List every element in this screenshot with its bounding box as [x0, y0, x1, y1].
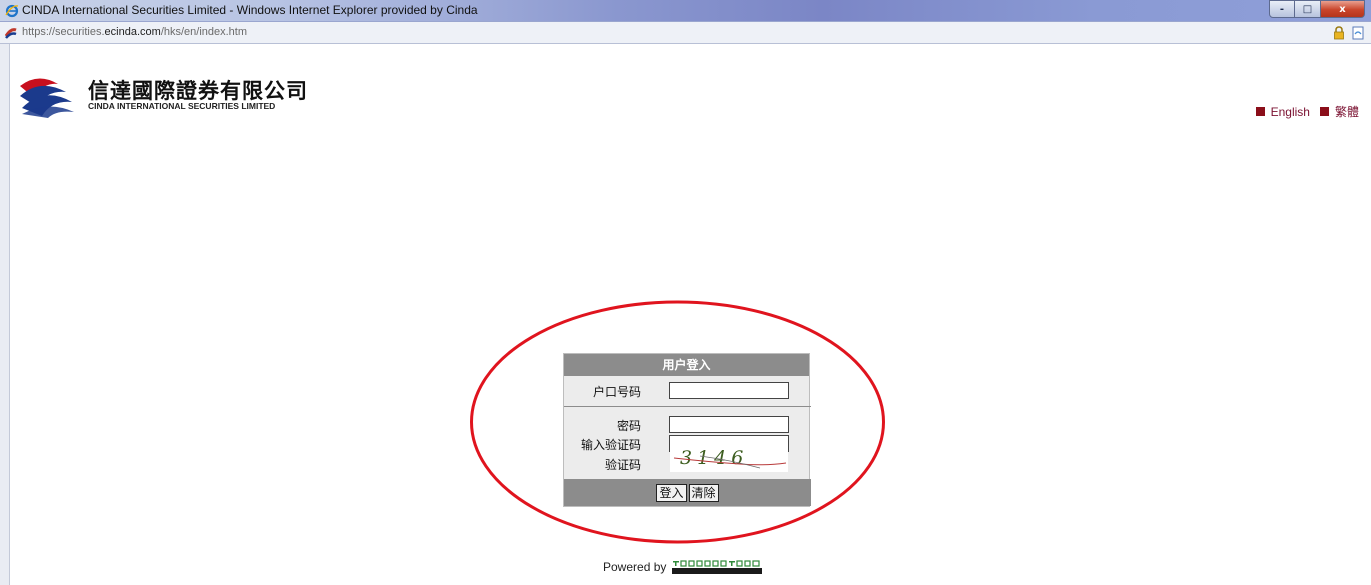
site-favicon-icon	[5, 28, 17, 39]
login-actions: 登入 清除	[564, 479, 811, 506]
lock-icon[interactable]	[1333, 26, 1345, 40]
language-switcher: English 繁體	[1246, 103, 1359, 120]
captcha-input-label: 输入验证码	[580, 438, 641, 452]
password-label: 密码	[616, 419, 641, 433]
bullet-square-icon	[1255, 107, 1265, 116]
address-bar[interactable]: https://securities.ecinda.com/hks/en/ind…	[0, 22, 1371, 44]
lang-traditional-chinese-link[interactable]: 繁體	[1319, 103, 1359, 120]
captcha-noise-lines	[673, 455, 787, 469]
minimize-button[interactable]: -	[1269, 0, 1295, 18]
ie-icon	[5, 4, 19, 18]
login-button[interactable]: 登入	[656, 483, 687, 502]
logo-english-name: CINDA INTERNATIONAL SECURITIES LIMITED	[88, 101, 276, 111]
lang-english-link[interactable]: English	[1255, 105, 1310, 119]
window-title: CINDA International Securities Limited -…	[22, 3, 478, 17]
close-button[interactable]: x	[1321, 0, 1365, 18]
captcha-image: 3146	[670, 447, 788, 472]
account-number-input[interactable]	[669, 382, 789, 399]
login-title: 用户登入	[564, 354, 809, 376]
transaction-technologies-logo-icon	[672, 560, 763, 574]
account-row: 户口号码	[564, 381, 811, 401]
clear-button[interactable]: 清除	[688, 483, 719, 502]
powered-by: Powered by	[603, 560, 763, 574]
window-left-frame	[0, 44, 10, 585]
login-panel: 用户登入 户口号码 密码 输入验证码 验证码 3146 登入 清除	[563, 353, 811, 507]
account-label: 户口号码	[592, 385, 641, 399]
compatibility-view-icon[interactable]	[1352, 26, 1364, 40]
password-input[interactable]	[669, 416, 789, 433]
window-titlebar: CINDA International Securities Limited -…	[0, 0, 1371, 22]
password-row: 密码	[564, 415, 811, 435]
powered-by-text: Powered by	[603, 560, 667, 574]
login-divider	[564, 406, 811, 407]
bullet-square-icon	[1319, 107, 1329, 116]
captcha-label: 验证码	[604, 458, 641, 472]
maximize-button[interactable]: □	[1295, 0, 1321, 18]
cinda-logo-icon	[20, 78, 74, 118]
url-text[interactable]: https://securities.ecinda.com/hks/en/ind…	[22, 26, 247, 38]
